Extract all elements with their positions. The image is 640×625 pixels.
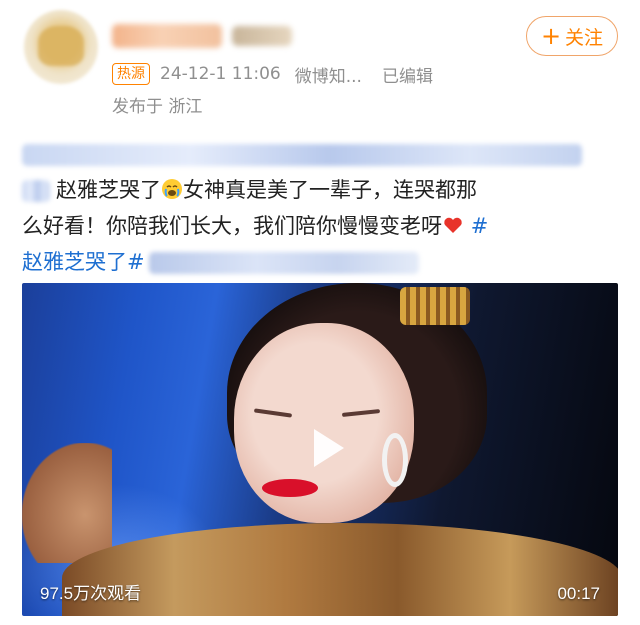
play-button[interactable] [300,423,350,473]
blurred-hashtag-end[interactable] [22,180,50,202]
post-text-tail: 赵雅芝哭了 [56,178,161,202]
post-location: 发布于 浙江 [112,97,203,117]
post-text-line2: 女神真是美了一辈子，连哭都那 [183,178,477,202]
video-figure-headpiece [400,287,470,325]
video-figure-earring [382,433,408,487]
hashtag-mark[interactable]: # [471,214,489,238]
play-icon [314,429,344,467]
plus-icon: + [540,22,562,50]
video-figure-arm [22,443,112,563]
post-text-line3: 么好看！你陪我们长大，我们陪你慢慢变老呀 [22,214,442,238]
hot-source-badge[interactable]: 热源 [112,63,150,85]
post-body: 赵雅芝哭了 女神真是美了一辈子，连哭都那 么好看！你陪我们长大，我们陪你慢慢变老呀… [22,136,622,280]
username-blurred[interactable] [112,24,222,48]
video-player[interactable]: 97.5万次观看 00:17 [22,283,618,616]
blurred-hashtag[interactable] [22,144,582,166]
crying-face-icon [162,179,182,199]
video-figure-lips [262,479,318,497]
view-count: 97.5万次观看 [40,584,142,603]
post-line-4: 赵雅芝哭了# [22,244,622,280]
post-line-2: 赵雅芝哭了 女神真是美了一辈子，连哭都那 [22,172,622,208]
post-source[interactable]: 微博知... [295,62,362,87]
post-line-3: 么好看！你陪我们长大，我们陪你慢慢变老呀 # [22,208,622,244]
username-badge-blurred [232,26,292,46]
blurred-hashtag-tail[interactable] [148,252,419,274]
post-timestamp: 24-12-1 11:06 [160,64,281,84]
post-meta: 热源 24-12-1 11:06 微博知... 已编辑 [112,62,433,87]
edited-label[interactable]: 已编辑 [382,62,433,87]
post-line-blurred-1 [22,136,622,172]
follow-button[interactable]: + 关注 [526,16,618,56]
hashtag-link[interactable]: 赵雅芝哭了# [22,250,145,274]
avatar[interactable] [24,10,98,84]
red-heart-icon [444,217,462,233]
follow-label: 关注 [565,26,604,49]
video-duration: 00:17 [557,584,600,603]
